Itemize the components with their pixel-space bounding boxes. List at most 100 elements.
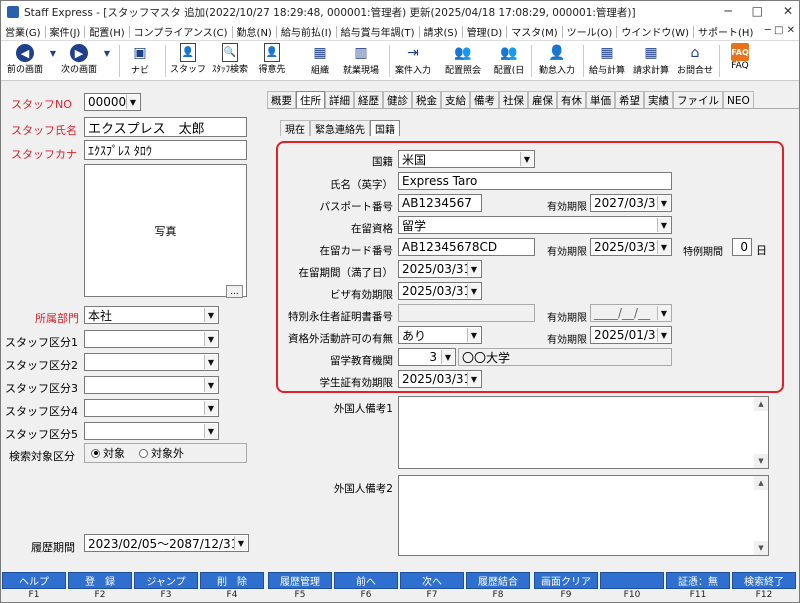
- photo-browse-button[interactable]: ...: [226, 285, 243, 298]
- f4-label: F4: [226, 590, 238, 600]
- menu-bar: 営業(G) 案件(J) 配置(H) コンプライアンス(C) 勤怠(N) 給与前払…: [1, 23, 799, 41]
- client-button[interactable]: 👤 得意先: [257, 43, 287, 79]
- menu-advance[interactable]: 給与前払(I): [277, 24, 336, 39]
- evidence-button[interactable]: 証憑：無: [666, 572, 730, 589]
- tab-career[interactable]: 経歴: [354, 91, 383, 109]
- staff-no-label: スタッフNO: [11, 98, 72, 111]
- scroll-down-icon[interactable]: ▼: [754, 454, 768, 468]
- menu-master[interactable]: マスタ(M): [507, 24, 561, 39]
- case-icon: ⇥: [407, 45, 419, 61]
- menu-case[interactable]: 案件(J): [46, 24, 85, 39]
- menu-compliance[interactable]: コンプライアンス(C): [130, 24, 232, 39]
- minimize-icon[interactable]: ─: [724, 4, 731, 18]
- close-icon[interactable]: ✕: [783, 4, 793, 18]
- register-button[interactable]: 登 録: [68, 572, 132, 589]
- menu-window[interactable]: ウインドウ(W): [617, 24, 693, 39]
- maximize-icon[interactable]: □: [752, 4, 763, 18]
- mdi-controls[interactable]: ─ □ ✕: [765, 25, 795, 36]
- attendance-icon: 👤: [548, 45, 566, 61]
- contact-button[interactable]: ⌂ お問合せ: [675, 43, 715, 79]
- staff-search-icon: 🔍: [222, 43, 238, 62]
- subtab-current[interactable]: 現在: [280, 120, 310, 136]
- tab-paid-leave[interactable]: 有休: [557, 91, 586, 109]
- tab-employment-insurance[interactable]: 雇保: [528, 91, 557, 109]
- menu-tools[interactable]: ツール(O): [563, 24, 617, 39]
- note1-textarea[interactable]: ▲ ▼: [398, 396, 769, 469]
- tab-tax[interactable]: 税金: [412, 91, 441, 109]
- history-period-combo[interactable]: 2023/02/05～2087/12/31 ▼: [84, 534, 249, 552]
- tab-address[interactable]: 住所: [296, 91, 325, 109]
- assign-day-button[interactable]: 👥 配置(日: [489, 43, 529, 79]
- staff-kana-field[interactable]: ｴｸｽﾌﾟﾚｽ ﾀﾛｳ: [84, 140, 247, 160]
- tab-unit-price[interactable]: 単価: [586, 91, 615, 109]
- history-merge-button[interactable]: 履歴結合: [466, 572, 530, 589]
- photo-area: 写真: [84, 164, 247, 297]
- staff-search-button[interactable]: 🔍 ｽﾀｯﾌ検索: [207, 43, 253, 79]
- menu-payroll[interactable]: 給与賞与年調(T): [337, 24, 419, 39]
- scroll-up-icon[interactable]: ▲: [754, 397, 768, 411]
- menu-admin[interactable]: 管理(D): [463, 24, 507, 39]
- payroll-calc-button[interactable]: ▦ 給与計算: [587, 43, 627, 79]
- subtab-nationality[interactable]: 国籍: [370, 120, 400, 136]
- monitor-icon: ▣: [133, 45, 147, 61]
- tab-record[interactable]: 実績: [644, 91, 673, 109]
- case-input-button[interactable]: ⇥ 案件入力: [393, 43, 433, 79]
- cat5-combo[interactable]: ▼: [84, 422, 219, 440]
- prev-screen-button[interactable]: ◀ 前の画面: [3, 43, 47, 79]
- delete-button[interactable]: 削 除: [200, 572, 264, 589]
- radio-non-target[interactable]: [139, 448, 148, 458]
- help-button[interactable]: ヘルプ: [2, 572, 66, 589]
- menu-billing[interactable]: 請求(S): [420, 24, 462, 39]
- history-manage-button[interactable]: 履歴管理: [268, 572, 332, 589]
- site-button[interactable]: ▥ 就業現場: [341, 43, 381, 79]
- cat3-combo[interactable]: ▼: [84, 376, 219, 394]
- f10-button[interactable]: [600, 572, 664, 589]
- org-button[interactable]: ▦ 組織: [305, 43, 335, 79]
- tab-health[interactable]: 健診: [383, 91, 412, 109]
- cat1-combo[interactable]: ▼: [84, 330, 219, 348]
- jump-button[interactable]: ジャンプ: [134, 572, 198, 589]
- tab-neo[interactable]: NEO: [723, 91, 754, 109]
- next-screen-button[interactable]: ▶ 次の画面: [57, 43, 101, 79]
- navi-button[interactable]: ▣ ナビ: [125, 43, 155, 79]
- calculator-icon: ▦: [644, 45, 658, 61]
- tab-payment[interactable]: 支給: [441, 91, 470, 109]
- cat4-label: スタッフ区分4: [5, 405, 78, 418]
- f11-label: F11: [689, 590, 707, 600]
- billing-calc-button[interactable]: ▦ 請求計算: [631, 43, 671, 79]
- staff-name-field[interactable]: エクスプレス 太郎: [84, 117, 247, 137]
- prev-button[interactable]: 前へ: [334, 572, 398, 589]
- chevron-down-icon: ▼: [234, 536, 247, 550]
- staff-button[interactable]: 👤 スタッフ: [170, 43, 206, 79]
- staff-no-combo[interactable]: 000004 ▼: [84, 93, 141, 111]
- cat4-combo[interactable]: ▼: [84, 399, 219, 417]
- building-icon: ▥: [354, 45, 368, 61]
- scroll-down-icon[interactable]: ▼: [754, 541, 768, 555]
- tab-detail[interactable]: 詳細: [325, 91, 354, 109]
- assign-query-button[interactable]: 👥 配置照会: [443, 43, 483, 79]
- next-button[interactable]: 次へ: [400, 572, 464, 589]
- cat2-combo[interactable]: ▼: [84, 353, 219, 371]
- menu-support[interactable]: サポート(H): [694, 24, 757, 39]
- tab-file[interactable]: ファイル: [673, 91, 723, 109]
- menu-sales[interactable]: 営業(G): [1, 24, 45, 39]
- subtab-emergency[interactable]: 緊急連絡先: [310, 120, 370, 136]
- dept-combo[interactable]: 本社 ▼: [84, 306, 219, 324]
- app-icon: [7, 6, 19, 18]
- next-dropdown-button[interactable]: ▼: [101, 43, 113, 79]
- tab-social-insurance[interactable]: 社保: [499, 91, 528, 109]
- tab-preference[interactable]: 希望: [615, 91, 644, 109]
- cat3-label: スタッフ区分3: [5, 382, 78, 395]
- menu-attendance[interactable]: 勤怠(N): [233, 24, 276, 39]
- tab-overview[interactable]: 概要: [267, 91, 296, 109]
- radio-target[interactable]: [91, 448, 100, 458]
- menu-assign[interactable]: 配置(H): [85, 24, 128, 39]
- tab-notes[interactable]: 備考: [470, 91, 499, 109]
- search-target-label: 検索対象区分: [9, 450, 75, 463]
- scroll-up-icon[interactable]: ▲: [754, 476, 768, 490]
- search-end-button[interactable]: 検索終了: [732, 572, 796, 589]
- clear-screen-button[interactable]: 画面クリア: [534, 572, 598, 589]
- attendance-input-button[interactable]: 👤 勤怠入力: [535, 43, 579, 79]
- note2-textarea[interactable]: ▲ ▼: [398, 475, 769, 556]
- faq-button[interactable]: FAQ FAQ: [725, 43, 755, 79]
